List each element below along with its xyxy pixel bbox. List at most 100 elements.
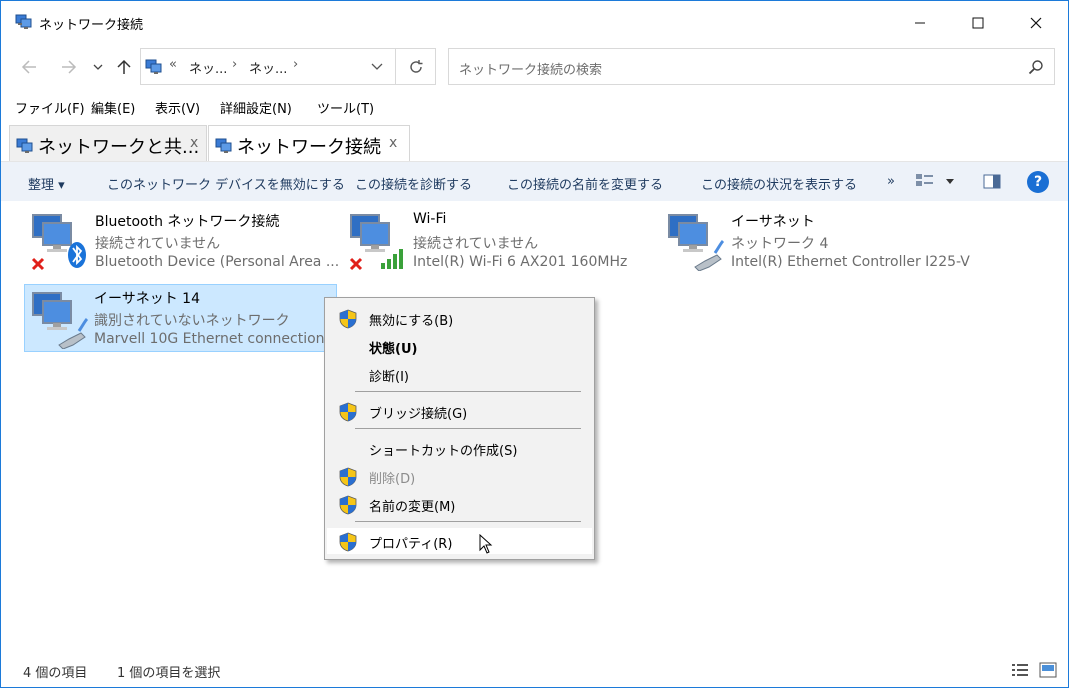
status-bar: 4 個の項目 1 個の項目を選択 [1, 656, 1068, 687]
connection-status: 識別されていないネットワーク [94, 313, 290, 329]
search-icon[interactable] [1028, 59, 1044, 75]
more-commands-button[interactable]: » [887, 174, 895, 189]
menu-item-label: ブリッジ接続(G) [369, 407, 468, 422]
address-history-button[interactable] [359, 49, 395, 84]
tab-label: ネットワーク接続 [237, 137, 381, 158]
uac-shield-icon [339, 467, 357, 487]
up-button[interactable] [113, 53, 135, 81]
maximize-icon [972, 17, 984, 29]
uac-shield-icon [339, 495, 357, 515]
connection-item[interactable]: Wi-Fi 接続されていません Intel(R) Wi-Fi 6 AX201 1… [343, 207, 643, 275]
arrow-right-icon [62, 60, 77, 74]
menu-separator [355, 521, 581, 522]
menu-tools[interactable]: ツール(T) [317, 98, 374, 117]
connection-device: Intel(R) Wi-Fi 6 AX201 160MHz [413, 254, 628, 270]
diagnose-button[interactable]: この接続を診断する [355, 174, 472, 193]
arrow-left-icon [21, 60, 36, 74]
close-icon [1030, 17, 1042, 29]
connection-item[interactable]: イーサネット ネットワーク 4 Intel(R) Ethernet Contro… [661, 207, 1001, 275]
disable-device-button[interactable]: このネットワーク デバイスを無効にする [107, 174, 345, 193]
search-placeholder[interactable]: ネットワーク接続の検索 [459, 59, 602, 78]
forward-button[interactable] [57, 53, 81, 81]
connection-name: Bluetooth ネットワーク接続 [95, 214, 280, 230]
item-count: 4 個の項目 [23, 666, 88, 681]
connection-status: 接続されていません [413, 236, 539, 252]
uac-shield-icon [339, 532, 357, 552]
connection-name: イーサネット [731, 214, 815, 230]
search-box[interactable]: ネットワーク接続の検索 [448, 48, 1055, 85]
menu-item-create-shortcut[interactable]: ショートカットの作成(S) [327, 435, 592, 461]
preview-pane-icon[interactable] [983, 174, 1001, 189]
title-bar: ネットワーク接続 [1, 1, 1068, 45]
breadcrumb-item[interactable]: ネッ... [189, 58, 227, 77]
refresh-button[interactable] [395, 49, 435, 84]
menu-item-label: ショートカットの作成(S) [369, 444, 518, 459]
ethernet-adapter-icon [32, 292, 89, 349]
network-folder-icon [15, 14, 32, 29]
menu-item-diagnose[interactable]: 診断(I) [327, 361, 592, 387]
details-view-icon[interactable] [1011, 662, 1029, 678]
breadcrumb-separator[interactable]: › [232, 57, 237, 72]
bluetooth-adapter-icon [31, 214, 86, 271]
menu-item-label: 名前の変更(M) [369, 500, 456, 515]
tab-label: ネットワークと共... [38, 137, 200, 158]
command-bar: 整理 ▾ このネットワーク デバイスを無効にする この接続を診断する この接続の… [1, 161, 1068, 201]
ethernet-adapter-icon [668, 214, 725, 271]
help-button[interactable]: ? [1027, 171, 1049, 193]
connection-item-selected[interactable]: イーサネット 14 識別されていないネットワーク Marvell 10G Eth… [24, 284, 337, 352]
chevron-down-icon[interactable] [945, 178, 955, 185]
maximize-button[interactable] [949, 1, 1007, 45]
menu-bar: ファイル(F) 編集(E) 表示(V) 詳細設定(N) ツール(T) [1, 95, 1068, 119]
rename-button[interactable]: この接続の名前を変更する [507, 174, 663, 193]
menu-advanced[interactable]: 詳細設定(N) [220, 98, 292, 117]
menu-view[interactable]: 表示(V) [155, 98, 200, 117]
menu-item-label: 状態(U) [369, 342, 418, 357]
menu-item-label: 無効にする(B) [369, 314, 454, 329]
tab-network-connections[interactable]: ネットワーク接続 x [208, 125, 410, 161]
menu-item-status[interactable]: 状態(U) [327, 333, 592, 359]
view-status-button[interactable]: この接続の状況を表示する [701, 174, 857, 193]
menu-item-label: 診断(I) [369, 370, 409, 385]
menu-item-rename[interactable]: 名前の変更(M) [327, 491, 592, 517]
connection-status: ネットワーク 4 [731, 236, 829, 252]
tab-close-button[interactable]: x [190, 135, 198, 151]
connection-device: Intel(R) Ethernet Controller I225-V [731, 254, 970, 270]
breadcrumb-separator[interactable]: › [293, 57, 298, 72]
menu-item-label: プロパティ(R) [369, 537, 453, 552]
close-button[interactable] [1007, 1, 1065, 45]
wifi-adapter-icon [349, 214, 403, 271]
tab-close-button[interactable]: x [389, 135, 397, 151]
uac-shield-icon [339, 309, 357, 329]
tab-strip: ネットワークと共... x ネットワーク接続 x [1, 119, 1068, 161]
breadcrumb-item[interactable]: ネッ... [249, 58, 287, 77]
selected-count: 1 個の項目を選択 [117, 666, 221, 681]
menu-separator [355, 391, 581, 392]
menu-item-properties[interactable]: プロパティ(R) [327, 528, 592, 554]
mouse-cursor-icon [479, 534, 493, 554]
refresh-icon [409, 59, 422, 73]
menu-item-bridge[interactable]: ブリッジ接続(G) [327, 398, 592, 424]
recent-locations-button[interactable] [89, 53, 107, 81]
arrow-up-icon [117, 59, 131, 74]
context-menu: 無効にする(B) 状態(U) 診断(I) ブリッジ接続(G) ショートカットの作… [324, 297, 595, 560]
organize-button[interactable]: 整理 ▾ [28, 174, 65, 193]
connection-device: Bluetooth Device (Personal Area ... [95, 254, 340, 270]
minimize-button[interactable] [891, 1, 949, 45]
address-bar[interactable]: « ネッ... › ネッ... › [140, 48, 436, 85]
network-folder-icon [16, 138, 33, 153]
tab-network-sharing[interactable]: ネットワークと共... x [9, 125, 207, 161]
network-folder-icon [215, 138, 232, 153]
menu-edit[interactable]: 編集(E) [91, 98, 135, 117]
menu-file[interactable]: ファイル(F) [15, 98, 85, 117]
back-button[interactable] [17, 53, 41, 81]
connection-name: イーサネット 14 [94, 291, 200, 307]
explorer-window: ネットワーク接続 « ネッ... › ネッ... › ネットワーク接続の検索 フ… [0, 0, 1069, 688]
chevron-down-icon [93, 64, 103, 70]
overflow-chevron[interactable]: « [169, 57, 177, 72]
change-view-icon[interactable] [915, 173, 935, 191]
large-icons-view-icon[interactable] [1039, 662, 1057, 678]
menu-item-disable[interactable]: 無効にする(B) [327, 305, 592, 331]
menu-item-label: 削除(D) [369, 472, 416, 487]
connection-item[interactable]: Bluetooth ネットワーク接続 接続されていません Bluetooth D… [25, 207, 339, 275]
uac-shield-icon [339, 402, 357, 422]
